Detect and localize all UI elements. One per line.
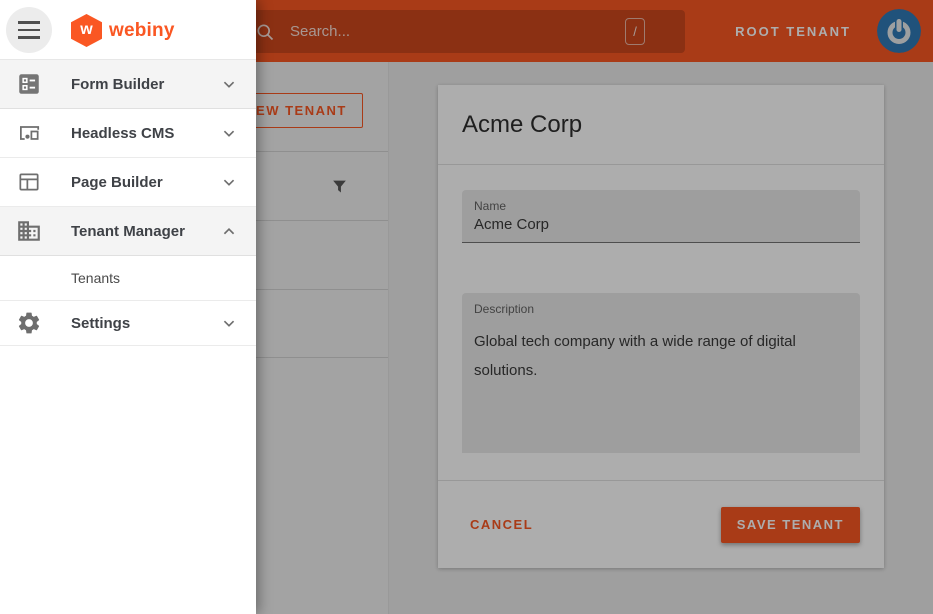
chevron-down-icon (218, 312, 240, 334)
headless-cms-icon (16, 120, 42, 146)
form-builder-icon (16, 71, 42, 97)
sidebar-item-label: Tenants (71, 270, 120, 286)
chevron-up-icon (218, 220, 240, 242)
sidebar-item-label: Headless CMS (71, 125, 218, 142)
webiny-logo-text: webiny (109, 20, 175, 42)
sidebar-item-settings[interactable]: Settings (0, 301, 256, 346)
webiny-admin-screen: Search... / ROOT TENANT NEW TENANT (0, 0, 933, 614)
chevron-down-icon (218, 73, 240, 95)
sidebar-item-label: Form Builder (71, 76, 218, 93)
sidebar-item-label: Settings (71, 315, 218, 332)
page-builder-icon (16, 169, 42, 195)
sidebar-item-form-builder[interactable]: Form Builder (0, 60, 256, 109)
gear-icon (16, 310, 42, 336)
sidebar-item-tenant-manager[interactable]: Tenant Manager (0, 207, 256, 256)
sidebar-item-tenants[interactable]: Tenants (0, 256, 256, 301)
sidebar-item-label: Tenant Manager (71, 223, 218, 240)
drawer-header: w webiny (0, 0, 256, 60)
sidebar-item-headless-cms[interactable]: Headless CMS (0, 109, 256, 158)
tenant-manager-building-icon (16, 218, 42, 244)
chevron-down-icon (218, 122, 240, 144)
hamburger-menu-button[interactable] (6, 7, 52, 53)
navigation-drawer: w webiny Form Builder (0, 0, 256, 614)
drawer-nav: Form Builder Headless CMS (0, 60, 256, 346)
sidebar-item-label: Page Builder (71, 174, 218, 191)
webiny-logo[interactable]: w webiny (71, 14, 175, 47)
chevron-down-icon (218, 171, 240, 193)
sidebar-item-page-builder[interactable]: Page Builder (0, 158, 256, 207)
webiny-logo-hexagon-icon: w (71, 14, 102, 47)
